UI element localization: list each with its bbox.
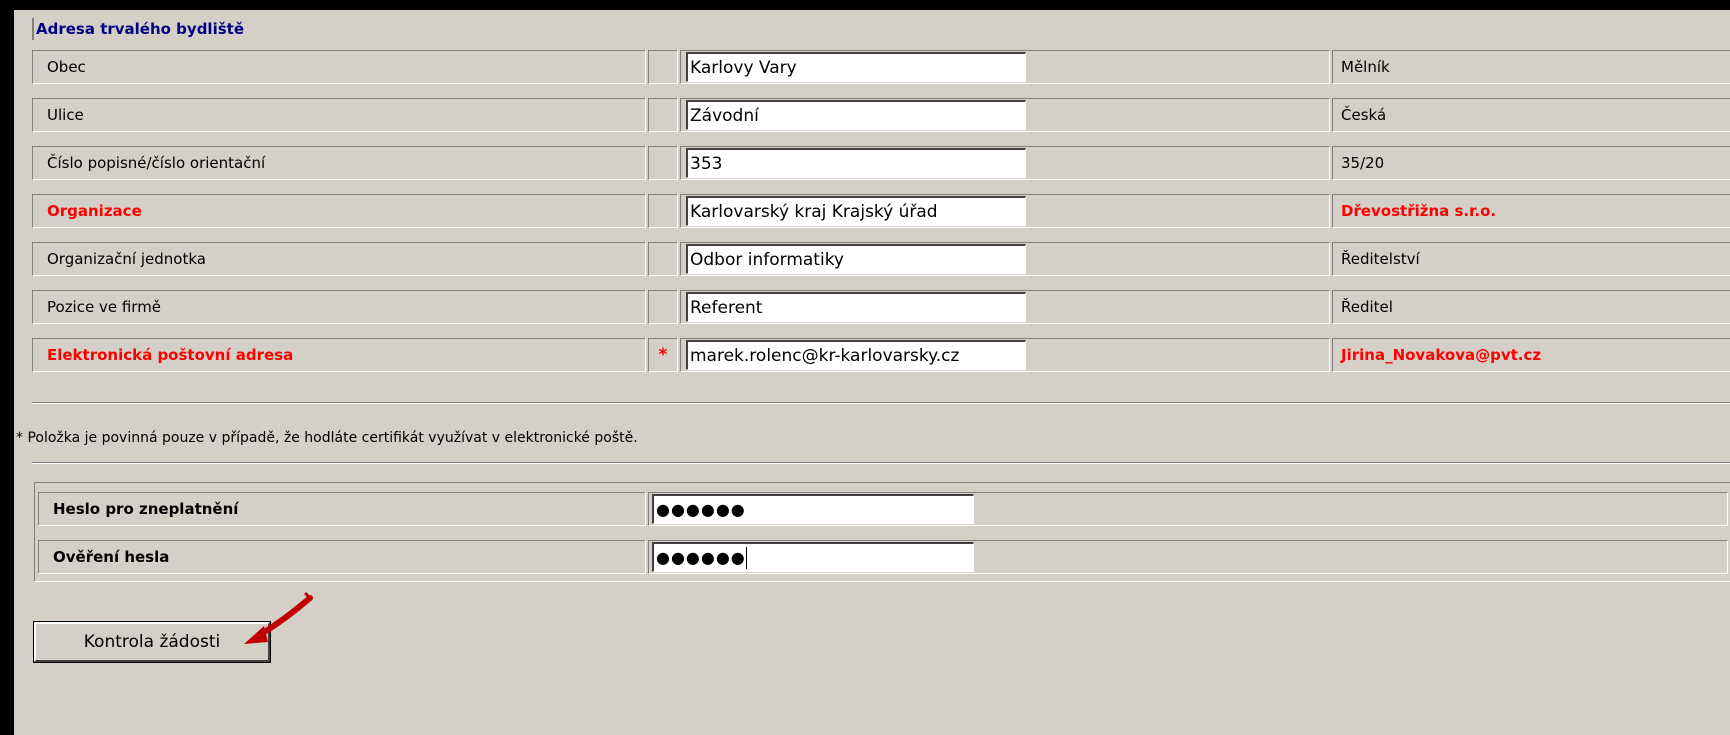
row-label-organizace: Organizace <box>32 194 646 228</box>
pozice-input[interactable]: Referent <box>686 292 1026 322</box>
row-label-pozice: Pozice ve firmě <box>32 290 646 324</box>
row-label-obec: Obec <box>32 50 646 84</box>
password-confirm-label-cell: Ověření hesla <box>38 540 646 574</box>
email-input[interactable]: marek.rolenc@kr-karlovarsky.cz <box>686 340 1026 370</box>
obec-input[interactable]: Karlovy Vary <box>686 52 1026 82</box>
row-compare-pozice: Ředitel <box>1332 290 1730 324</box>
row-required-cell <box>648 146 678 180</box>
password-confirm-mask: ●●●●●● <box>656 548 746 567</box>
row-required-cell <box>648 290 678 324</box>
required-asterisk: * <box>648 338 678 372</box>
password-label-cell: Heslo pro zneplatnění <box>38 492 646 526</box>
required-note: * Položka je povinná pouze v případě, že… <box>16 430 638 446</box>
row-compare-obec: Mělník <box>1332 50 1730 84</box>
row-required-cell <box>648 98 678 132</box>
password-confirm-input[interactable]: ●●●●●● <box>652 542 974 572</box>
ulice-input[interactable]: Závodní <box>686 100 1026 130</box>
row-required-cell <box>648 50 678 84</box>
row-compare-jednotka: Ředitelství <box>1332 242 1730 276</box>
kontrola-zadosti-button[interactable]: Kontrola žádosti <box>33 621 271 663</box>
divider <box>32 402 1730 404</box>
section-title: Adresa trvalého bydliště <box>36 20 244 38</box>
jednotka-input[interactable]: Odbor informatiky <box>686 244 1026 274</box>
row-compare-organizace: Dřevostřižna s.r.o. <box>1332 194 1730 228</box>
section-divider <box>32 18 34 40</box>
form-page: Adresa trvalého bydliště Obec Karlovy Va… <box>14 10 1730 735</box>
annotation-arrow-icon <box>244 592 313 644</box>
row-required-cell <box>648 194 678 228</box>
divider <box>32 462 1730 464</box>
cislo-input[interactable]: 353 <box>686 148 1026 178</box>
password-mask: ●●●●●● <box>656 500 746 519</box>
password-label: Heslo pro zneplatnění <box>53 500 239 518</box>
row-label-cislo: Číslo popisné/číslo orientační <box>32 146 646 180</box>
row-compare-ulice: Česká <box>1332 98 1730 132</box>
row-required-cell <box>648 242 678 276</box>
password-input[interactable]: ●●●●●● <box>652 494 974 524</box>
organizace-input[interactable]: Karlovarský kraj Krajský úřad <box>686 196 1026 226</box>
row-compare-cislo: 35/20 <box>1332 146 1730 180</box>
row-label-jednotka: Organizační jednotka <box>32 242 646 276</box>
password-confirm-label: Ověření hesla <box>53 548 170 566</box>
text-caret <box>745 546 747 569</box>
row-compare-email: Jirina_Novakova@pvt.cz <box>1332 338 1730 372</box>
row-label-ulice: Ulice <box>32 98 646 132</box>
row-label-email: Elektronická poštovní adresa <box>32 338 646 372</box>
